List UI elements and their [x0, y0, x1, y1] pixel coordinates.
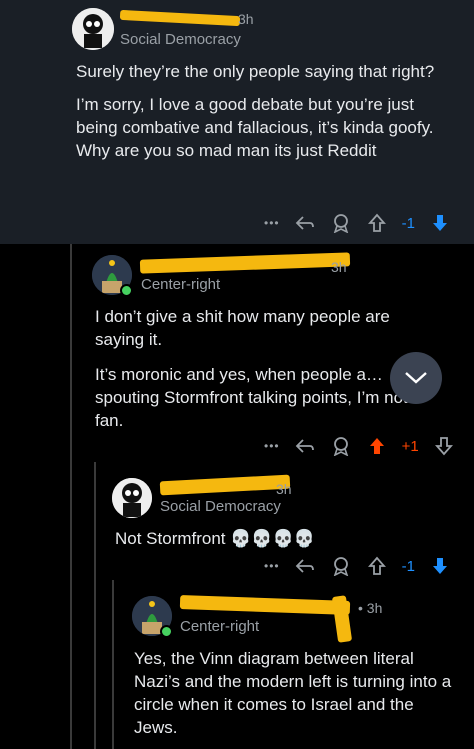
award-icon[interactable] [330, 212, 352, 234]
vote-count: -1 [401, 557, 415, 575]
reply-icon[interactable] [294, 212, 316, 234]
downvote-icon[interactable] [433, 435, 455, 457]
online-indicator [160, 625, 173, 638]
collapse-button[interactable] [390, 352, 442, 404]
thread-line [112, 580, 114, 749]
thread-line [70, 244, 72, 749]
comment-body: Surely they’re the only people saying th… [76, 60, 436, 162]
downvote-icon[interactable] [429, 555, 451, 577]
thread-line [94, 462, 96, 749]
comment-time: • 3h [358, 600, 383, 616]
more-icon[interactable]: ••• [264, 216, 280, 230]
redaction [179, 595, 351, 615]
award-icon[interactable] [330, 555, 352, 577]
comment-time: 3h [331, 259, 347, 275]
upvote-icon[interactable] [366, 435, 388, 457]
reply-icon[interactable] [294, 435, 316, 457]
comment-body: I don’t give a shit how many people are … [95, 305, 435, 432]
comment-body: Yes, the Vinn diagram between literal Na… [134, 647, 456, 739]
comment-paragraph: It’s moronic and yes, when people a… spo… [95, 365, 422, 430]
user-flair: Social Democracy [120, 31, 241, 48]
upvote-icon[interactable] [366, 212, 388, 234]
comment-actions: ••• -1 [264, 212, 451, 234]
comment-time: 3h [238, 11, 254, 27]
avatar[interactable] [112, 478, 152, 518]
comment-paragraph: Not Stormfront 💀💀💀💀 [115, 529, 315, 548]
avatar-image [112, 478, 152, 518]
comment-paragraph: Surely they’re the only people saying th… [76, 62, 435, 81]
comment-actions: ••• -1 [264, 555, 451, 577]
avatar[interactable] [72, 8, 114, 50]
reply-icon[interactable] [294, 555, 316, 577]
comment-actions: ••• +1 [264, 435, 455, 457]
comment-paragraph: Yes, the Vinn diagram between literal Na… [134, 649, 452, 737]
user-flair: Social Democracy [160, 498, 281, 515]
user-flair: Center-right [141, 276, 221, 293]
avatar-image [72, 8, 114, 50]
award-icon[interactable] [330, 435, 352, 457]
comment-time: 3h [276, 481, 292, 497]
online-indicator [120, 284, 133, 297]
vote-count: +1 [401, 437, 419, 455]
comment-paragraph: I’m sorry, I love a good debate but you’… [76, 95, 434, 160]
upvote-icon[interactable] [366, 555, 388, 577]
user-flair: Center-right [180, 618, 260, 635]
more-icon[interactable]: ••• [264, 439, 280, 453]
more-icon[interactable]: ••• [264, 559, 280, 573]
chevron-down-icon [405, 372, 427, 384]
comment-body: Not Stormfront 💀💀💀💀 [115, 527, 445, 550]
redaction [139, 252, 351, 274]
downvote-icon[interactable] [429, 212, 451, 234]
redaction [159, 474, 291, 496]
vote-count: -1 [401, 214, 415, 232]
comment-paragraph: I don’t give a shit how many people are … [95, 307, 390, 349]
